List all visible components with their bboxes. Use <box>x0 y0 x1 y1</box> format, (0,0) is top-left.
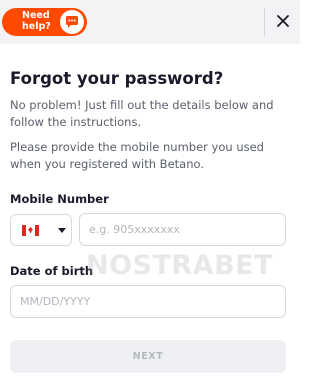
canada-flag-icon <box>22 225 39 236</box>
chat-bubble-icon <box>60 10 84 34</box>
mobile-number-input[interactable] <box>79 213 286 246</box>
page-title: Forgot your password? <box>10 69 224 88</box>
chevron-down-icon <box>58 228 66 233</box>
close-button[interactable] <box>266 0 300 44</box>
need-help-label: Need help? <box>22 10 51 32</box>
need-help-button[interactable]: Need help? <box>2 8 87 36</box>
country-code-select[interactable] <box>10 214 72 246</box>
instruction-text: Please provide the mobile number you use… <box>10 140 264 171</box>
intro-text: No problem! Just fill out the details be… <box>10 98 274 129</box>
header-divider <box>264 8 265 36</box>
date-of-birth-label: Date of birth <box>10 264 94 278</box>
watermark: NOSTRABET <box>86 250 274 281</box>
next-button[interactable]: NEXT <box>10 340 286 373</box>
date-of-birth-input[interactable] <box>10 285 286 318</box>
close-icon <box>276 13 290 32</box>
mobile-number-label: Mobile Number <box>10 192 109 206</box>
top-bar: Need help? <box>0 0 300 44</box>
